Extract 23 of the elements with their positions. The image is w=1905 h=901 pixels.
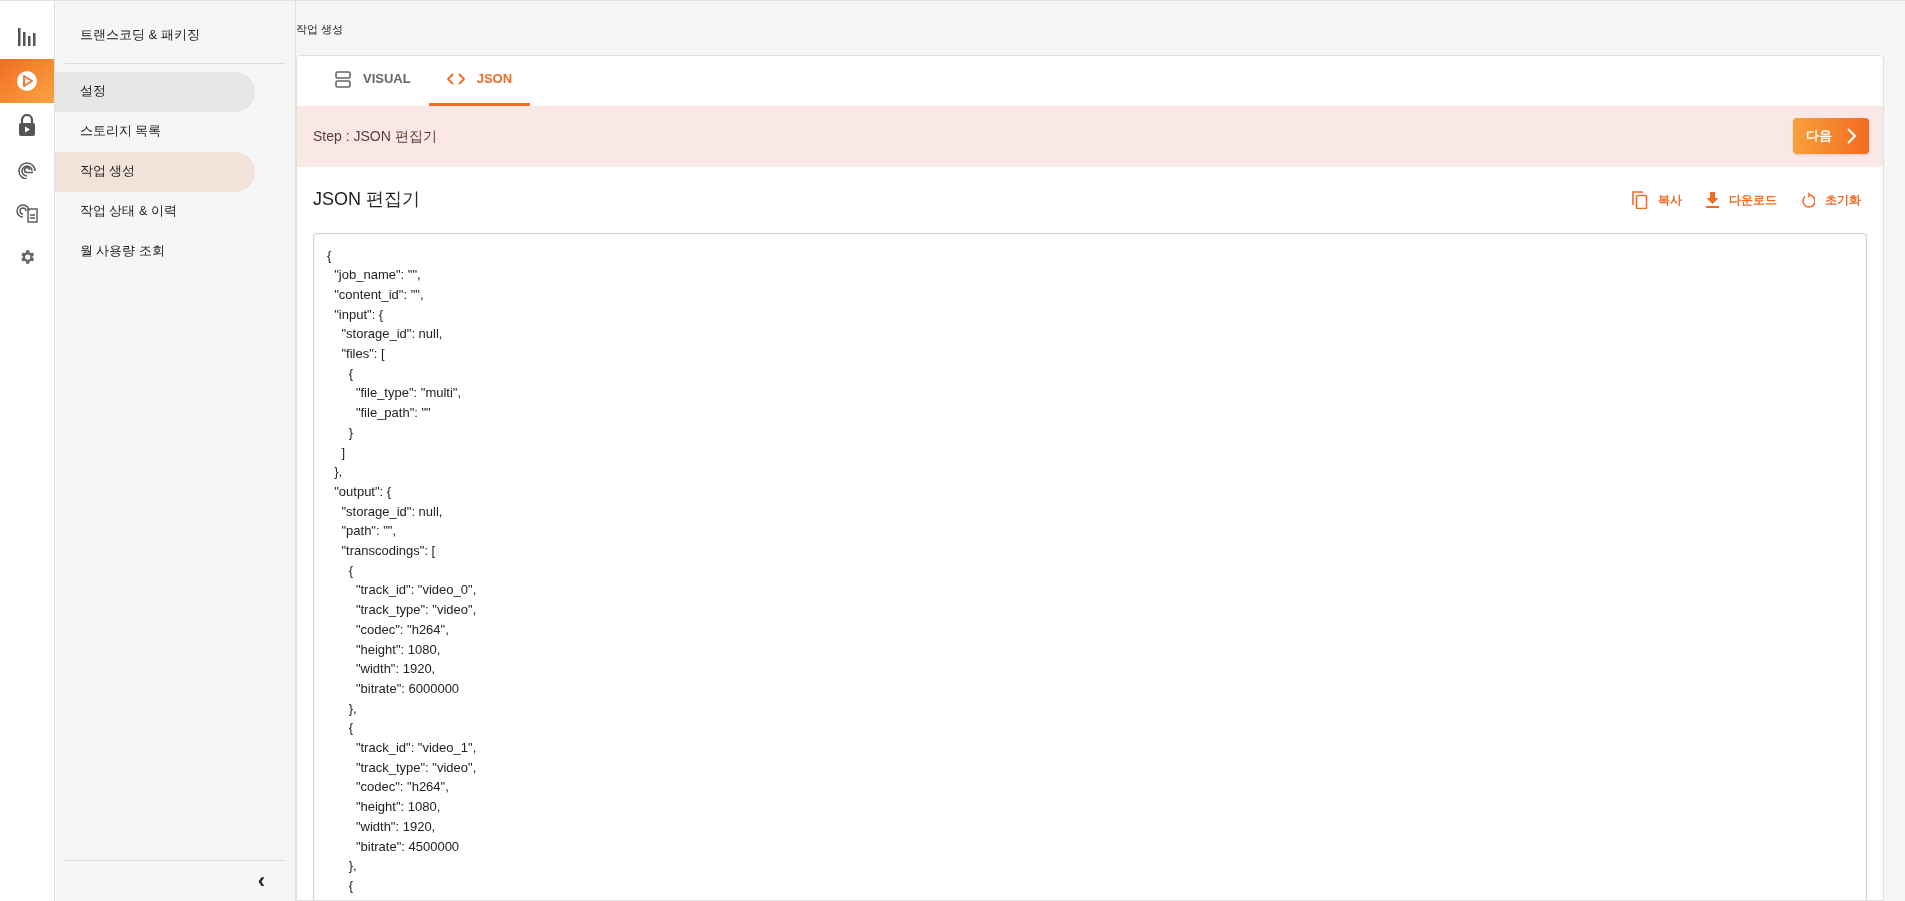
fingerprint-card-icon [16, 203, 38, 223]
download-icon [1706, 191, 1719, 208]
collapse-button[interactable]: ‹ [257, 870, 265, 892]
sidebar-item[interactable]: 작업 상태 & 이력 [55, 191, 255, 232]
fingerprint-icon [17, 159, 37, 179]
layout-rows-icon [335, 70, 351, 88]
sidebar-item[interactable]: 월 사용량 조회 [55, 231, 255, 272]
chevron-right-icon [1846, 128, 1856, 144]
refresh-icon [1801, 191, 1815, 208]
breadcrumb: 작업 생성 [296, 22, 345, 37]
lock-icon [18, 114, 36, 136]
copy-icon [1632, 190, 1648, 209]
sidebar-item[interactable]: 작업 생성 [55, 151, 255, 192]
tab[interactable]: VISUAL [317, 55, 429, 106]
sidebar-item[interactable]: 설정 [55, 71, 255, 112]
code-icon [446, 73, 465, 85]
sidebar-item[interactable]: 스토리지 목록 [55, 111, 255, 152]
step-label: Step : JSON 편집기 [313, 126, 437, 146]
play-icon [17, 71, 37, 91]
json-editor-field[interactable]: { "job_name": "", "content_id": "", "input": { "storage_id": null, "files": [ { "file_type": "multi", "file_path": "" } ] }, "output": { "storage_id": null, "path": "", "transcodings": [ { "track_id": "video_0", "track_type": "video", "codec": "h264", "height": 1080, "width": 1920, "bitrate": 6000000 }, { "track_id": "video_1", "track_type": "video", "codec": "h264", "height": 1080, "width": 1920, "bitrate": 4500000 }, { [313, 232, 1867, 900]
bar-chart-icon [17, 27, 37, 47]
editor-title: JSON 편집기 [313, 188, 420, 211]
sidebar-title: 트랜스코딩 & 패키징 [79, 26, 201, 44]
